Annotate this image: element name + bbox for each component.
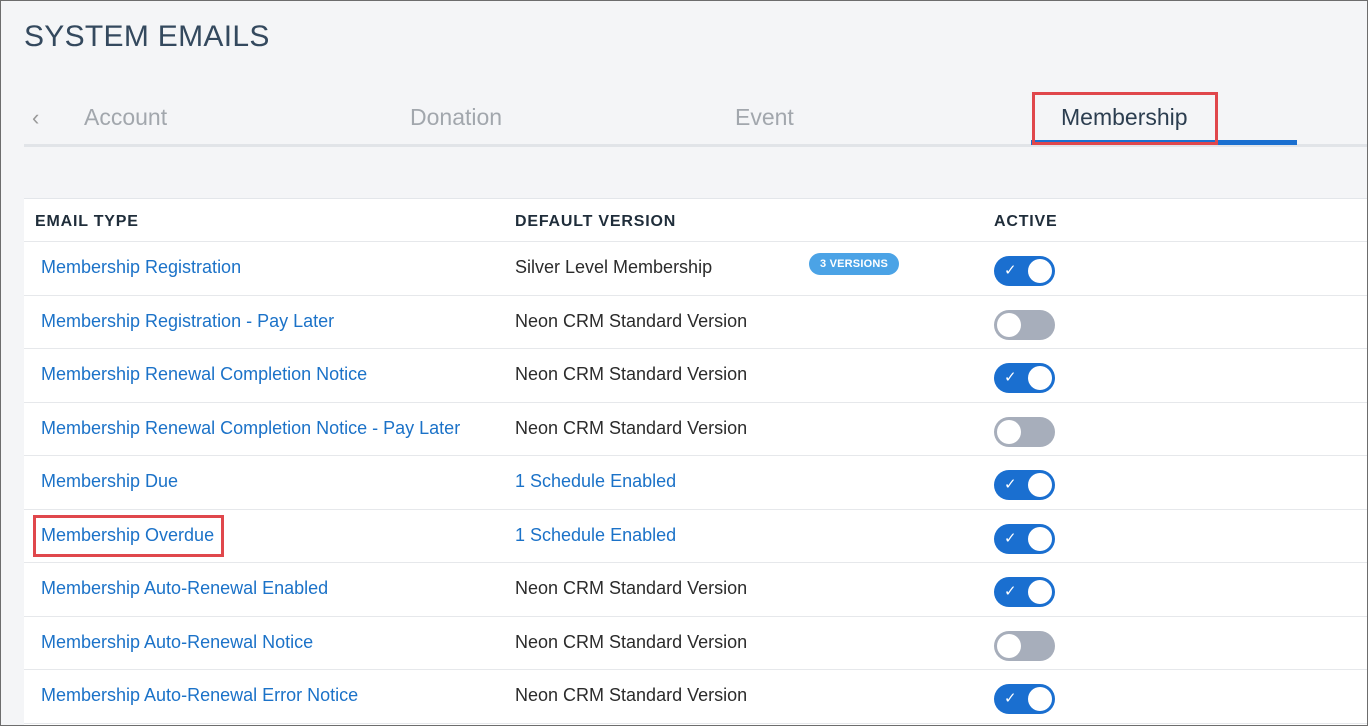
email-type-link[interactable]: Membership Auto-Renewal Enabled xyxy=(41,578,328,599)
tab-account[interactable]: Account xyxy=(84,101,167,133)
toggle-knob xyxy=(1028,473,1052,497)
active-toggle[interactable] xyxy=(994,416,1055,447)
default-version-text: Silver Level Membership xyxy=(515,257,713,277)
table-row: Membership Registration - Pay Later Neon … xyxy=(24,296,1367,349)
tab-bar: ‹ Account Donation Event Membership xyxy=(24,89,1367,147)
active-toggle[interactable] xyxy=(994,630,1055,661)
table-row: Membership Auto-Renewal Notice Neon CRM S… xyxy=(24,617,1367,670)
page-title: SYSTEM EMAILS xyxy=(24,20,270,53)
table-row: Membership Renewal Completion Notice - P… xyxy=(24,403,1367,456)
toggle-knob xyxy=(1028,366,1052,390)
schedule-link[interactable]: 1 Schedule Enabled xyxy=(515,471,676,492)
check-icon: ✓ xyxy=(1004,262,1017,279)
default-version-text: Neon CRM Standard Version xyxy=(515,310,748,331)
toggle-knob xyxy=(1028,259,1052,283)
active-toggle[interactable] xyxy=(994,309,1055,340)
table-row: Membership Renewal Completion Notice Neon… xyxy=(24,349,1367,403)
email-type-link[interactable]: Membership Renewal Completion Notice xyxy=(41,364,367,385)
check-icon: ✓ xyxy=(1004,690,1017,707)
email-type-link[interactable]: Membership Auto-Renewal Error Notice xyxy=(41,685,358,706)
table-row: Membership Due 1 Schedule Enabled ✓ xyxy=(24,456,1367,510)
toggle-knob xyxy=(1028,580,1052,604)
schedule-link[interactable]: 1 Schedule Enabled xyxy=(515,525,676,546)
check-icon: ✓ xyxy=(1004,369,1017,386)
emails-table: EMAIL TYPE DEFAULT VERSION ACTIVE Member… xyxy=(24,198,1367,725)
email-type-link[interactable]: Membership Due xyxy=(41,471,178,492)
table-row: Membership Overdue 1 Schedule Enabled ✓ xyxy=(24,510,1367,563)
toggle-knob xyxy=(997,633,1021,658)
active-toggle[interactable]: ✓ xyxy=(994,470,1055,500)
toggle-knob xyxy=(997,419,1021,444)
active-toggle[interactable]: ✓ xyxy=(994,577,1055,607)
email-type-link[interactable]: Membership Auto-Renewal Notice xyxy=(41,632,313,653)
chevron-left-icon[interactable]: ‹ xyxy=(32,103,46,133)
default-version-text: Neon CRM Standard Version xyxy=(515,417,748,438)
default-version-text: Neon CRM Standard Version xyxy=(515,685,748,705)
default-version-text: Neon CRM Standard Version xyxy=(515,578,748,598)
tab-donation[interactable]: Donation xyxy=(410,101,502,133)
toggle-knob xyxy=(1028,687,1052,711)
header-active: ACTIVE xyxy=(994,213,1058,230)
tab-event[interactable]: Event xyxy=(735,101,794,133)
check-icon: ✓ xyxy=(1004,476,1017,493)
email-type-link[interactable]: Membership Overdue xyxy=(41,525,214,546)
active-toggle[interactable]: ✓ xyxy=(994,523,1055,554)
table-row: Membership Auto-Renewal Error Notice Neon… xyxy=(24,670,1367,724)
header-email-type: EMAIL TYPE xyxy=(35,213,139,230)
check-icon: ✓ xyxy=(1004,529,1017,547)
table-header: EMAIL TYPE DEFAULT VERSION ACTIVE xyxy=(24,199,1367,242)
active-tab-indicator xyxy=(1031,140,1297,145)
email-type-link[interactable]: Membership Renewal Completion Notice - P… xyxy=(41,418,460,439)
default-version-text: Neon CRM Standard Version xyxy=(515,364,748,384)
header-default-version: DEFAULT VERSION xyxy=(515,213,677,230)
tab-membership[interactable]: Membership xyxy=(1061,101,1188,133)
active-toggle[interactable]: ✓ xyxy=(994,684,1055,714)
active-toggle[interactable]: ✓ xyxy=(994,256,1055,286)
default-version-text: Neon CRM Standard Version xyxy=(515,631,748,652)
table-row: Membership Auto-Renewal Enabled Neon CRM … xyxy=(24,563,1367,617)
toggle-knob xyxy=(997,312,1021,337)
versions-badge[interactable]: 3 VERSIONS xyxy=(809,253,900,275)
check-icon: ✓ xyxy=(1004,583,1017,600)
active-toggle[interactable]: ✓ xyxy=(994,363,1055,393)
system-emails-panel: SYSTEM EMAILS ‹ Account Donation Event M… xyxy=(0,0,1368,726)
table-row: Membership Registration Silver Level Memb… xyxy=(24,242,1367,296)
toggle-knob xyxy=(1028,526,1052,551)
email-type-link[interactable]: Membership Registration xyxy=(41,257,241,278)
email-type-link[interactable]: Membership Registration - Pay Later xyxy=(41,311,334,332)
